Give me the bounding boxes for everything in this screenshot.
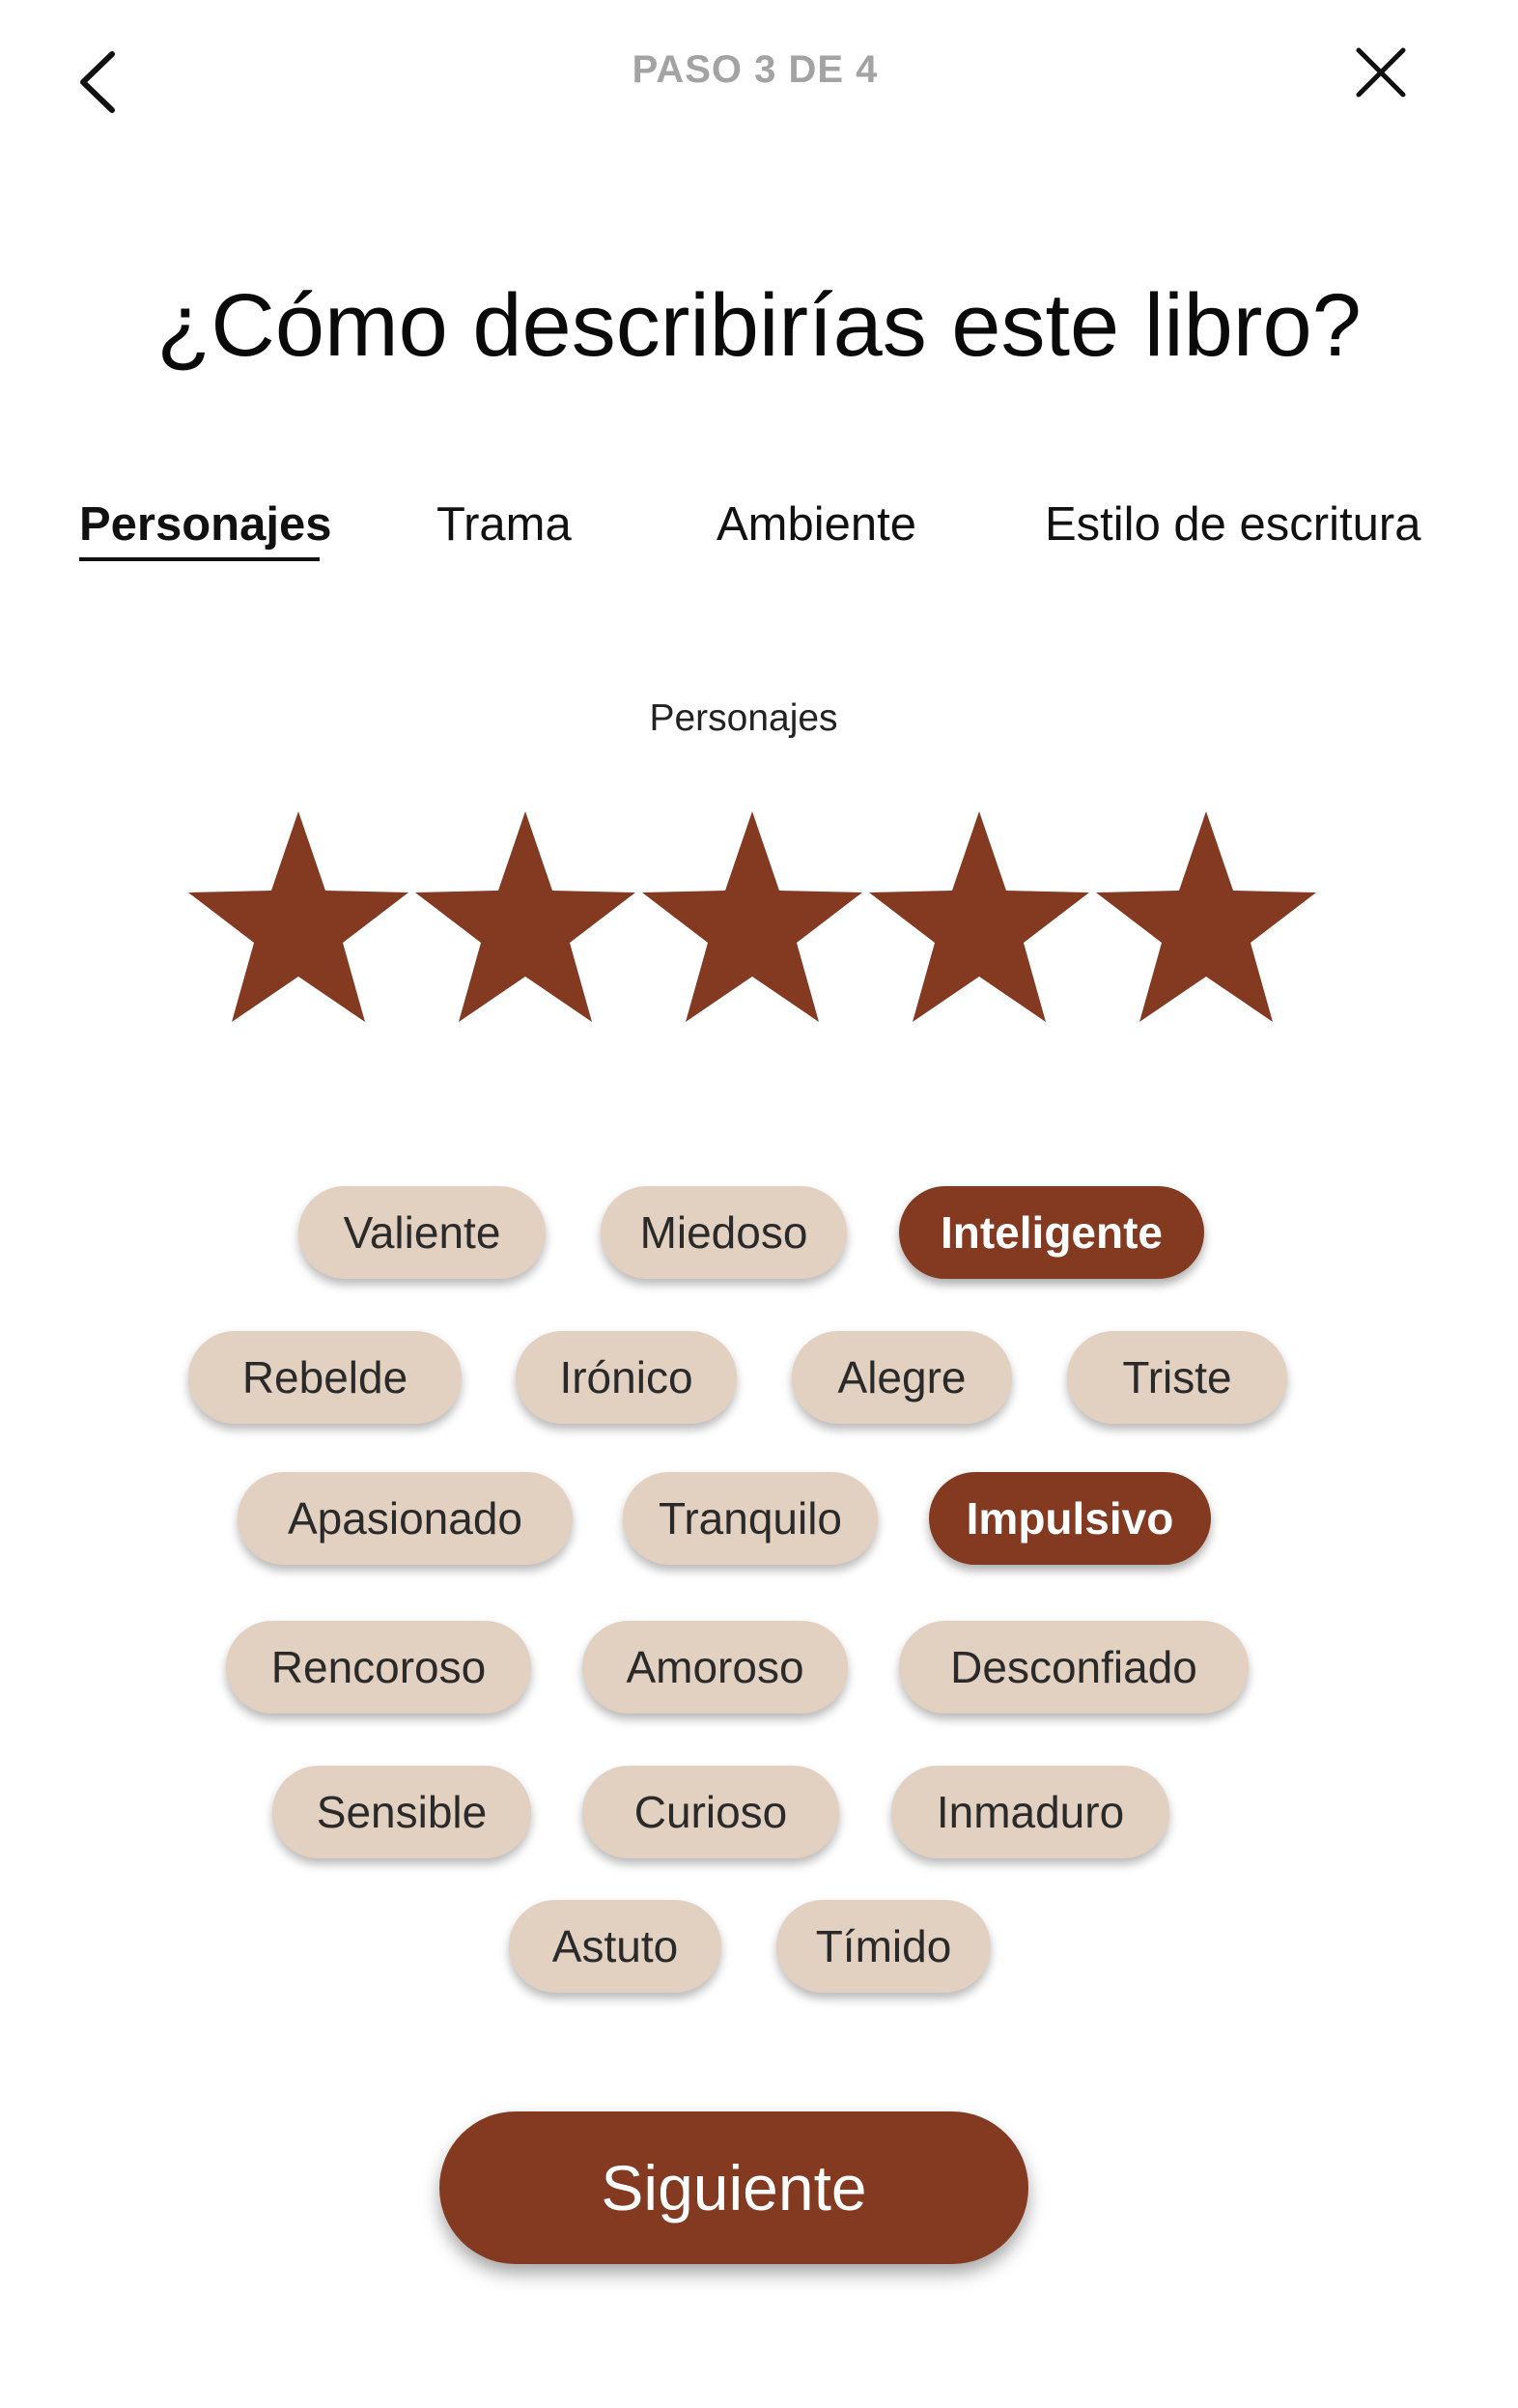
star-icon-3[interactable]	[640, 802, 864, 1024]
tab-estilo-de-escritura[interactable]: Estilo de escritura	[1045, 497, 1420, 552]
close-icon	[1356, 47, 1406, 98]
close-button[interactable]	[1347, 39, 1415, 106]
chip-impulsivo[interactable]: Impulsivo	[929, 1472, 1211, 1565]
chip-miedoso[interactable]: Miedoso	[601, 1186, 847, 1279]
active-tab-underline	[79, 557, 320, 561]
chip-tranquilo[interactable]: Tranquilo	[623, 1472, 878, 1565]
chip-apasionado[interactable]: Apasionado	[238, 1472, 573, 1565]
chip-inmaduro[interactable]: Inmaduro	[891, 1766, 1169, 1858]
category-tabs: Personajes Trama Ambiente Estilo de escr…	[0, 497, 1518, 575]
chip-rencoroso[interactable]: Rencoroso	[226, 1621, 531, 1714]
chip-curioso[interactable]: Curioso	[582, 1766, 839, 1858]
chip-alegre[interactable]: Alegre	[792, 1331, 1012, 1424]
next-button[interactable]: Siguiente	[439, 2111, 1028, 2264]
star-icon-5[interactable]	[1094, 802, 1318, 1024]
chip-amoroso[interactable]: Amoroso	[582, 1621, 848, 1714]
star-rating	[0, 802, 1518, 1024]
chip-astuto[interactable]: Astuto	[509, 1900, 721, 1993]
tab-ambiente[interactable]: Ambiente	[717, 497, 916, 552]
chip-rebelde[interactable]: Rebelde	[188, 1331, 462, 1424]
chip-sensible[interactable]: Sensible	[272, 1766, 531, 1858]
chip-inteligente[interactable]: Inteligente	[899, 1186, 1204, 1279]
star-icon-2[interactable]	[413, 802, 637, 1024]
chip-desconfiado[interactable]: Desconfiado	[899, 1621, 1249, 1714]
star-icon-1[interactable]	[186, 802, 410, 1024]
chip-ironico[interactable]: Irónico	[516, 1331, 737, 1424]
star-icon-4[interactable]	[867, 802, 1091, 1024]
tab-personajes[interactable]: Personajes	[79, 497, 332, 552]
page-title: ¿Cómo describirías este libro?	[156, 276, 1362, 375]
chip-valiente[interactable]: Valiente	[298, 1186, 546, 1279]
chip-triste[interactable]: Triste	[1067, 1331, 1287, 1424]
step-indicator: PASO 3 DE 4	[632, 48, 879, 91]
chip-timido[interactable]: Tímido	[776, 1900, 991, 1993]
tab-trama[interactable]: Trama	[436, 497, 572, 552]
section-label: Personajes	[649, 697, 838, 739]
